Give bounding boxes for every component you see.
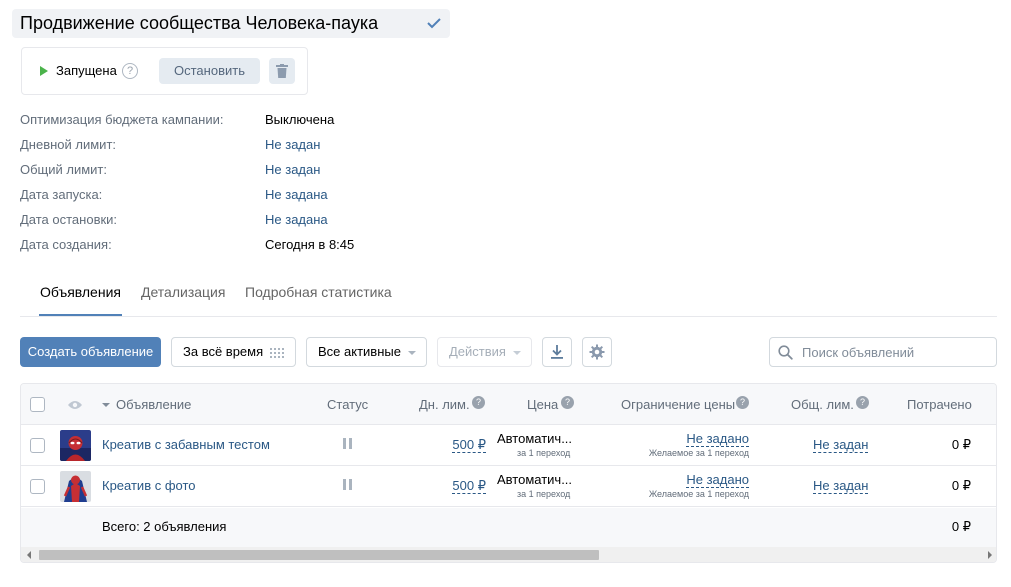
pause-icon[interactable] — [343, 479, 353, 490]
column-header-spent[interactable]: Потрачено — [907, 397, 972, 412]
period-dropdown[interactable]: За всё время — [171, 337, 296, 367]
campaign-status-panel: Запущена ? Остановить — [21, 47, 308, 95]
eye-icon[interactable] — [67, 400, 83, 410]
campaign-title[interactable]: Продвижение сообщества Человека-паука — [20, 13, 378, 34]
info-label: Общий лимит: — [20, 162, 108, 177]
row-checkbox[interactable] — [30, 438, 45, 453]
column-header-price-limit[interactable]: Ограничение цены — [621, 397, 735, 412]
total-limit-link[interactable]: Не задан — [265, 162, 320, 177]
period-label: За всё время — [183, 344, 264, 359]
sort-down-icon[interactable] — [102, 403, 110, 407]
daily-limit-link[interactable]: Не задан — [265, 137, 320, 152]
tab-statistics[interactable]: Подробная статистика — [245, 284, 392, 300]
settings-button[interactable] — [582, 337, 612, 367]
ad-name-link[interactable]: Креатив с фото — [102, 478, 196, 493]
ad-thumbnail[interactable] — [60, 430, 91, 461]
column-header-status[interactable]: Статус — [327, 397, 368, 412]
search-box — [769, 337, 997, 367]
select-all-checkbox[interactable] — [30, 397, 45, 412]
stop-button[interactable]: Остановить — [159, 58, 260, 84]
info-value: Сегодня в 8:45 — [265, 237, 355, 252]
help-icon[interactable]: ? — [856, 396, 869, 409]
info-value: Выключена — [265, 112, 335, 127]
play-icon — [40, 66, 48, 76]
ad-thumbnail[interactable] — [60, 471, 91, 502]
actions-label: Действия — [449, 344, 506, 359]
column-header-price[interactable]: Цена — [527, 397, 558, 412]
info-label: Оптимизация бюджета кампании: — [20, 112, 224, 127]
search-icon — [778, 345, 793, 360]
stop-date-link[interactable]: Не задана — [265, 212, 328, 227]
daily-limit-value[interactable]: 500 ₽ — [452, 478, 486, 494]
column-header-total-limit[interactable]: Общ. лим. — [791, 397, 854, 412]
campaign-status-label: Запущена — [56, 63, 117, 78]
spent-value: 0 ₽ — [951, 437, 971, 452]
scrollbar-thumb[interactable] — [39, 550, 599, 560]
info-label: Дневной лимит: — [20, 137, 117, 152]
filter-label: Все активные — [318, 344, 401, 359]
campaign-title-bar[interactable]: Продвижение сообщества Человека-паука — [12, 9, 450, 38]
column-header-daily-limit[interactable]: Дн. лим. — [419, 397, 470, 412]
calendar-grid-icon — [270, 348, 284, 358]
scroll-right-icon[interactable] — [988, 551, 992, 559]
help-icon[interactable]: ? — [472, 396, 485, 409]
filter-dropdown[interactable]: Все активные — [306, 337, 427, 367]
price-limit-note: Желаемое за 1 переход — [648, 448, 749, 458]
daily-limit-value[interactable]: 500 ₽ — [452, 437, 486, 453]
tab-details[interactable]: Детализация — [141, 284, 225, 300]
column-header-ad[interactable]: Объявление — [116, 397, 191, 412]
help-icon[interactable]: ? — [122, 63, 138, 79]
price-limit-note: Желаемое за 1 переход — [648, 489, 749, 499]
price-limit-value[interactable]: Не задано — [686, 472, 749, 488]
chevron-down-icon — [513, 351, 521, 355]
table-header: Объявление Статус Дн. лим. ? Цена ? Огра… — [21, 384, 996, 425]
pause-icon[interactable] — [343, 438, 353, 449]
tab-bar: Объявления Детализация Подробная статист… — [20, 270, 997, 317]
info-label: Дата остановки: — [20, 212, 118, 227]
price-note: за 1 переход — [517, 448, 571, 458]
active-tab-indicator — [39, 314, 122, 316]
total-ads-count: Всего: 2 объявления — [102, 519, 227, 534]
download-icon — [551, 345, 563, 359]
ad-name-link[interactable]: Креатив с забавным тестом — [102, 437, 270, 452]
check-icon[interactable] — [427, 17, 441, 29]
table-row[interactable]: Креатив с фото 500 ₽ Автоматич... за 1 п… — [21, 466, 996, 507]
table-footer: Всего: 2 объявления 0 ₽ — [21, 508, 996, 548]
price-value: Автоматич... — [497, 472, 573, 487]
chevron-down-icon — [408, 351, 416, 355]
ads-table: Объявление Статус Дн. лим. ? Цена ? Огра… — [20, 383, 997, 563]
download-button[interactable] — [542, 337, 572, 367]
search-input[interactable] — [802, 343, 990, 361]
price-limit-value[interactable]: Не задано — [686, 431, 749, 447]
tab-ads[interactable]: Объявления — [40, 284, 121, 300]
actions-dropdown[interactable]: Действия — [437, 337, 532, 367]
trash-icon — [276, 64, 288, 78]
total-limit-value[interactable]: Не задан — [813, 437, 869, 453]
scroll-left-icon[interactable] — [27, 551, 31, 559]
info-label: Дата запуска: — [20, 187, 103, 202]
total-spent-value: 0 ₽ — [951, 519, 971, 534]
row-checkbox[interactable] — [30, 479, 45, 494]
horizontal-scrollbar[interactable] — [21, 547, 996, 562]
price-value: Автоматич... — [497, 431, 573, 446]
info-label: Дата создания: — [20, 237, 112, 252]
total-limit-value[interactable]: Не задан — [813, 478, 869, 494]
delete-button[interactable] — [269, 58, 295, 84]
create-ad-button[interactable]: Создать объявление — [20, 337, 161, 367]
help-icon[interactable]: ? — [561, 396, 574, 409]
help-icon[interactable]: ? — [736, 396, 749, 409]
price-note: за 1 переход — [517, 489, 571, 499]
spent-value: 0 ₽ — [951, 478, 971, 493]
table-row[interactable]: Креатив с забавным тестом 500 ₽ Автомати… — [21, 425, 996, 466]
gear-icon — [589, 344, 605, 360]
start-date-link[interactable]: Не задана — [265, 187, 328, 202]
